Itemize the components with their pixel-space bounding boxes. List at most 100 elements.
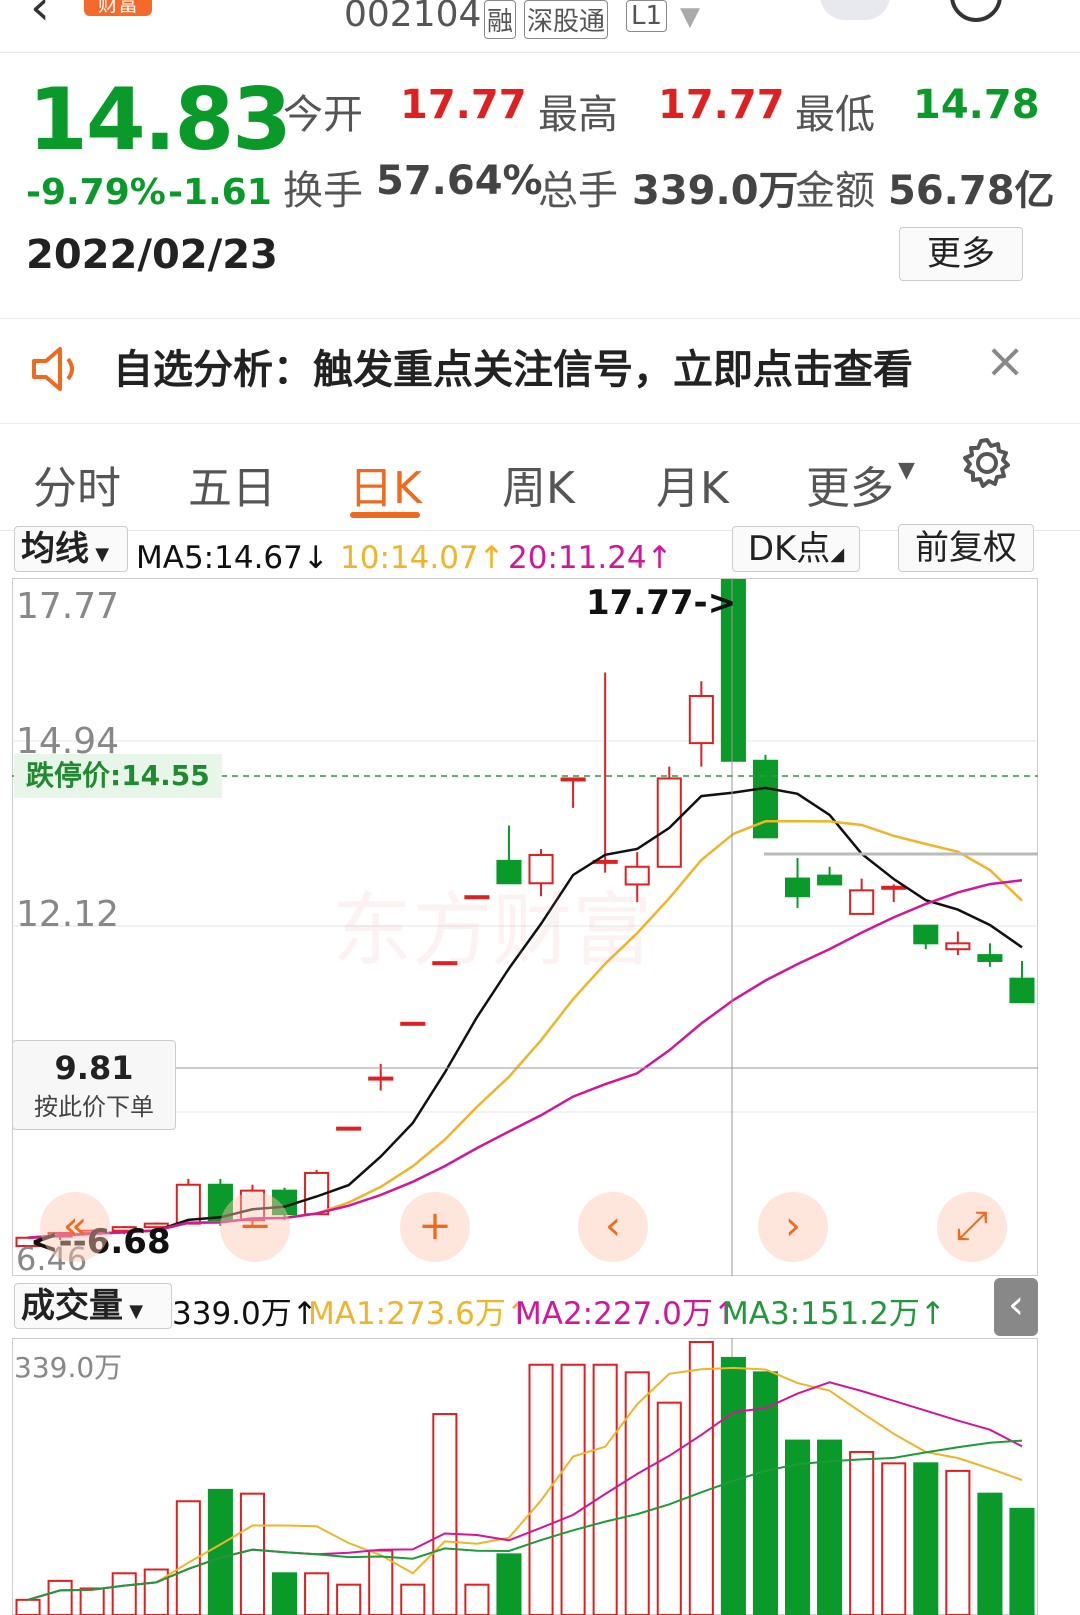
avatar[interactable] — [820, 0, 890, 20]
adjust-button[interactable]: 前复权 — [898, 524, 1034, 572]
tab-weekly-k[interactable]: 周K — [502, 452, 575, 516]
volume-bar — [47, 1579, 73, 1615]
margin-tag: 融 — [484, 0, 517, 39]
tab-intraday[interactable]: 分时 — [33, 452, 121, 516]
candle-body — [624, 865, 650, 886]
tab-daily-k[interactable]: 日K — [349, 452, 422, 516]
volume-bar — [432, 1413, 458, 1615]
vol-ma1: MA1:273.6万↑ — [308, 1296, 532, 1332]
candle-body — [656, 777, 682, 868]
candle-body — [368, 1076, 394, 1081]
zoom-in-icon[interactable]: + — [400, 1192, 470, 1262]
volume-bar — [817, 1439, 843, 1615]
volume-bar — [496, 1553, 522, 1615]
price-value: 14.83 — [28, 70, 292, 170]
rewind-icon[interactable]: « — [40, 1192, 110, 1262]
volume-bar — [304, 1572, 330, 1615]
fullscreen-icon[interactable]: ⤢ — [937, 1192, 1007, 1262]
volume-bar — [656, 1401, 682, 1615]
volume-bar — [881, 1462, 907, 1615]
ma-selector-label: 均线 — [21, 529, 89, 569]
candle-body — [400, 1021, 426, 1026]
candle-body — [336, 1126, 362, 1131]
candle-body — [1009, 977, 1035, 1004]
high-value: 17.77 — [658, 82, 785, 128]
y-tick-top: 17.77 — [16, 586, 120, 627]
open-value: 17.77 — [400, 82, 527, 128]
volume-bar — [945, 1469, 971, 1615]
vol-ma3: MA3:151.2万↑ — [722, 1296, 946, 1332]
volume-bar — [688, 1341, 714, 1615]
amount-value: 56.78亿 — [888, 168, 1055, 214]
volume-bar — [1009, 1507, 1035, 1615]
volume-bar — [464, 1583, 490, 1615]
chevron-down-icon[interactable]: ▼ — [680, 2, 700, 32]
close-icon[interactable]: × — [985, 333, 1025, 389]
notice-bar[interactable]: 自选分析：触发重点关注信号，立即点击查看 × — [0, 318, 1080, 424]
change-amount: -1.61 — [168, 172, 272, 213]
dropdown-arrow-icon: ▼ — [898, 458, 915, 483]
quote-date: 2022/02/23 — [26, 232, 278, 278]
ma10-value: 10:14.07↑ — [340, 540, 505, 576]
candle-body — [817, 874, 843, 886]
limit-down-label: 跌停价:14.55 — [14, 754, 222, 798]
tab-more[interactable]: 更多 — [806, 452, 894, 516]
candle-body — [849, 889, 875, 915]
volume-value: 339.0万 — [632, 168, 799, 214]
low-label: 最低 — [795, 92, 875, 138]
open-label: 今开 — [283, 92, 363, 138]
tab-monthly-k[interactable]: 月K — [656, 452, 729, 516]
candle-body — [945, 942, 971, 951]
y-tick-low: 12.12 — [16, 894, 120, 935]
tab-active-indicator — [350, 512, 420, 518]
search-icon[interactable] — [950, 0, 1002, 22]
candle-body — [784, 877, 811, 898]
candle-body — [881, 885, 907, 890]
more-button[interactable]: 更多 — [899, 227, 1023, 281]
volume-bar — [111, 1572, 137, 1615]
level-tag: L1 — [626, 0, 668, 32]
zoom-out-icon[interactable]: − — [220, 1192, 290, 1262]
connect-tag: 深股通 — [524, 0, 609, 39]
volume-chart[interactable] — [12, 1338, 1038, 1615]
volume-axis-top: 339.0万 — [14, 1351, 123, 1384]
volume-bar — [79, 1587, 105, 1615]
turnover-value: 57.64% — [376, 158, 543, 204]
volume-bar — [849, 1450, 875, 1615]
stock-code[interactable]: 002104 — [344, 0, 481, 35]
high-label: 最高 — [538, 92, 618, 138]
turnover-label: 换手 — [283, 168, 363, 214]
volume-bar — [336, 1583, 362, 1615]
scroll-right-icon[interactable]: › — [758, 1192, 828, 1262]
cursor-price-box[interactable]: 9.81 按此价下单 — [12, 1040, 176, 1130]
dk-point-button[interactable]: DK点◢ — [732, 526, 860, 572]
volume-selector[interactable]: 成交量 ▼ — [14, 1283, 172, 1329]
collapse-panel-icon[interactable]: ‹ — [994, 1278, 1038, 1336]
kline-chart[interactable]: 东方财富 — [12, 578, 1038, 1276]
amount-label: 金额 — [795, 168, 875, 214]
gear-icon[interactable] — [960, 436, 1014, 490]
candle-body — [752, 759, 779, 839]
volume-bar — [271, 1572, 298, 1615]
vol-ma2: MA2:227.0万↑ — [515, 1296, 739, 1332]
top-bar: ‹ 财富 002104 融 深股通 L1 ▼ — [0, 0, 1080, 53]
period-tabs: 分时 五日 日K 周K 月K 更多 ▼ — [0, 424, 1080, 531]
volume-bar — [239, 1492, 266, 1615]
change-percent: -9.79% — [26, 172, 166, 213]
scroll-left-icon[interactable]: ‹ — [578, 1192, 648, 1262]
speaker-icon — [32, 347, 74, 391]
candle-body — [560, 777, 586, 782]
candle-body — [688, 695, 714, 745]
cursor-price: 9.81 — [54, 1049, 134, 1087]
volume-bar — [913, 1462, 939, 1615]
volume-bar — [400, 1583, 426, 1615]
notice-text: 自选分析：触发重点关注信号，立即点击查看 — [113, 347, 913, 393]
volume-bar — [720, 1356, 746, 1615]
ma-selector[interactable]: 均线 ▼ — [14, 526, 128, 572]
volume-bar — [977, 1492, 1003, 1615]
tab-five-day[interactable]: 五日 — [188, 452, 276, 516]
volume-selector-label: 成交量 — [21, 1286, 123, 1326]
candle-body — [913, 924, 939, 945]
order-hint: 按此价下单 — [34, 1093, 154, 1121]
back-icon[interactable]: ‹ — [30, 0, 50, 36]
